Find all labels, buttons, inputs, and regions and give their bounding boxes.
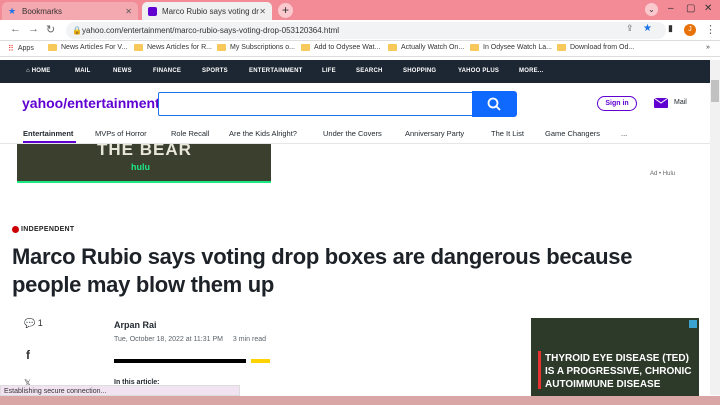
article-date: Tue, October 18, 2022 at 11:31 PM 3 min …	[114, 336, 266, 343]
tab-title: Bookmarks	[22, 6, 63, 16]
star-icon: ★	[8, 5, 17, 16]
back-icon[interactable]: ←	[10, 23, 21, 35]
share-icon[interactable]: ⇪	[626, 23, 634, 34]
subnav-item[interactable]: Are the Kids Alright?	[229, 129, 297, 138]
subnav-more[interactable]: ...	[621, 129, 627, 138]
ad-title: THE BEAR	[97, 144, 192, 159]
scrollbar-thumb[interactable]	[711, 80, 719, 102]
taskbar	[0, 396, 720, 405]
side-ad[interactable]: THYROID EYE DISEASE (TED) IS A PROGRESSI…	[531, 318, 699, 397]
sign-in-button[interactable]: Sign in	[597, 96, 637, 111]
read-time: 3 min read	[232, 336, 266, 343]
yahoo-top-nav: ⌂ HOME MAIL NEWS FINANCE SPORTS ENTERTAI…	[0, 60, 710, 83]
ad-brand: hulu	[131, 162, 150, 172]
mail-icon	[654, 97, 668, 108]
folder-icon	[301, 44, 310, 51]
url-field[interactable]: 🔒 yahoo.com/entertainment/marco-rubio-sa…	[66, 22, 666, 39]
comment-icon: 💬	[24, 318, 36, 328]
bookmark-item[interactable]: Download from Od...	[557, 44, 634, 51]
nav-life[interactable]: LIFE	[322, 68, 336, 74]
tab-article[interactable]: Marco Rubio says voting drop bo ✕	[142, 2, 272, 20]
yahoo-favicon-icon	[148, 6, 157, 16]
publisher-logo[interactable]: INDEPENDENT	[12, 226, 74, 233]
subnav-item[interactable]: Under the Covers	[323, 129, 382, 138]
bookmark-item[interactable]: In Odysee Watch La...	[470, 44, 552, 51]
lock-icon: 🔒	[72, 26, 82, 35]
close-icon[interactable]: ✕	[125, 7, 132, 16]
yahoo-entertainment-logo[interactable]: yahoo/entertainment	[22, 95, 160, 111]
close-window-icon[interactable]: ✕	[704, 3, 712, 14]
divider-bar	[114, 359, 246, 363]
nav-sports[interactable]: SPORTS	[202, 68, 228, 74]
bookmark-item[interactable]: News Articles For V...	[48, 44, 127, 51]
divider-accent	[251, 359, 270, 363]
profile-avatar[interactable]: J	[684, 24, 696, 36]
article-headline: Marco Rubio says voting drop boxes are d…	[12, 244, 633, 297]
url-text: yahoo.com/entertainment/marco-rubio-says…	[82, 26, 340, 35]
minimize-icon[interactable]: –	[668, 3, 674, 14]
tab-strip: ★ Bookmarks ✕ Marco Rubio says voting dr…	[0, 0, 720, 20]
subnav-item[interactable]: Game Changers	[545, 129, 600, 138]
close-icon[interactable]: ✕	[259, 7, 266, 16]
menu-icon[interactable]: ⋮	[705, 23, 716, 36]
folder-icon	[217, 44, 226, 51]
facebook-share-icon[interactable]: f	[26, 348, 30, 362]
search-input[interactable]	[158, 92, 473, 116]
comment-count: 1	[37, 318, 43, 328]
bookmarks-bar: ⠿ Apps News Articles For V... News Articl…	[0, 41, 720, 57]
nav-entertainment[interactable]: ENTERTAINMENT	[249, 68, 303, 74]
mail-link[interactable]: Mail	[654, 96, 687, 108]
apps-grid-icon: ⠿	[8, 44, 14, 53]
independent-eagle-icon	[12, 226, 19, 233]
bookmark-item[interactable]: News Articles for R...	[134, 44, 212, 51]
tab-bookmarks[interactable]: ★ Bookmarks ✕	[2, 2, 138, 20]
bookmark-star-icon[interactable]: ★	[643, 23, 652, 34]
folder-icon	[470, 44, 479, 51]
entertainment-subnav: Entertainment MVPs of Horror Role Recall…	[0, 124, 710, 144]
subnav-item[interactable]: MVPs of Horror	[95, 129, 147, 138]
nav-home[interactable]: ⌂ HOME	[26, 68, 51, 74]
nav-finance[interactable]: FINANCE	[153, 68, 181, 74]
nav-search[interactable]: SEARCH	[356, 68, 383, 74]
reload-icon[interactable]: ↻	[46, 23, 55, 36]
forward-icon[interactable]: →	[28, 23, 39, 35]
nav-yahoo-plus[interactable]: YAHOO PLUS	[458, 68, 499, 74]
folder-icon	[388, 44, 397, 51]
ad-label: Ad • Hulu	[650, 171, 676, 177]
subnav-entertainment[interactable]: Entertainment	[23, 129, 73, 138]
subnav-item[interactable]: The It List	[491, 129, 524, 138]
comments-button[interactable]: 💬 1	[24, 318, 43, 329]
folder-icon	[134, 44, 143, 51]
home-icon: ⌂	[26, 68, 30, 74]
nav-mail[interactable]: MAIL	[75, 68, 90, 74]
nav-shopping[interactable]: SHOPPING	[403, 68, 436, 74]
nav-more[interactable]: MORE...	[519, 68, 543, 74]
bookmark-apps[interactable]: ⠿ Apps	[8, 44, 34, 53]
side-ad-text: THYROID EYE DISEASE (TED) IS A PROGRESSI…	[545, 353, 692, 390]
hulu-ad-banner[interactable]: THE BEAR hulu	[17, 144, 271, 183]
ad-accent-bar	[538, 351, 541, 389]
adchoices-icon[interactable]	[689, 320, 697, 328]
folder-icon	[557, 44, 566, 51]
author-name[interactable]: Arpan Rai	[114, 320, 157, 330]
bookmark-item[interactable]: Actually Watch On...	[388, 44, 464, 51]
folder-icon	[48, 44, 57, 51]
new-tab-button[interactable]: +	[278, 3, 293, 18]
sidebar-icon[interactable]: ▮	[668, 23, 673, 34]
bookmark-item[interactable]: Add to Odysee Wat...	[301, 44, 380, 51]
tab-search-icon[interactable]: ⌄	[645, 3, 658, 16]
more-bookmarks-icon[interactable]: »	[706, 44, 710, 51]
nav-news[interactable]: NEWS	[113, 68, 132, 74]
status-bar: Establishing secure connection...	[0, 385, 240, 396]
subnav-item[interactable]: Role Recall	[171, 129, 209, 138]
tab-title: Marco Rubio says voting drop bo	[161, 6, 259, 16]
bookmark-item[interactable]: My Subscriptions o...	[217, 44, 295, 51]
search-icon	[487, 97, 501, 111]
search-button[interactable]	[472, 91, 517, 117]
address-bar-row: ← → ↻ 🔒 yahoo.com/entertainment/marco-ru…	[0, 20, 720, 41]
subnav-item[interactable]: Anniversary Party	[405, 129, 464, 138]
active-tab-underline	[23, 141, 76, 143]
scrollbar[interactable]	[710, 60, 720, 395]
maximize-icon[interactable]: ▢	[686, 3, 695, 14]
